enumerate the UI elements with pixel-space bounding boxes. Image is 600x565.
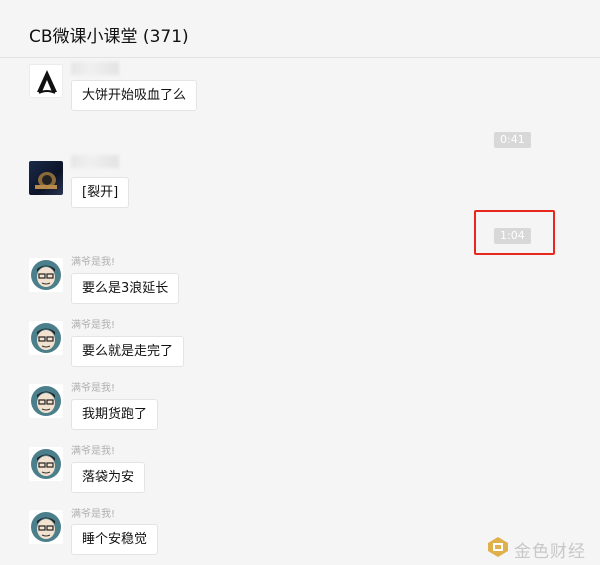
- watermark-text: 金色财经: [514, 541, 586, 562]
- cartoon-man-avatar[interactable]: [29, 510, 63, 544]
- highlight-box: [474, 210, 555, 255]
- sender-name: 满爷是我!: [71, 446, 116, 457]
- sender-name: 满爷是我!: [71, 320, 116, 331]
- cartoon-man-avatar[interactable]: [29, 447, 63, 481]
- sender-name: 满爷是我!: [71, 509, 116, 520]
- message-bubble[interactable]: [裂开]: [71, 177, 130, 208]
- cartoon-man-avatar[interactable]: [29, 384, 63, 418]
- sender-name: 满爷是我!: [71, 383, 116, 394]
- message-bubble[interactable]: 睡个安稳觉: [71, 524, 159, 555]
- chat-title: CB微课小课堂 (371): [29, 27, 189, 47]
- watermark: 金色财经: [487, 536, 586, 562]
- assassins-logo-icon[interactable]: [29, 64, 63, 98]
- sender-name-blurred: [71, 62, 119, 75]
- watch-photo-avatar[interactable]: [29, 161, 63, 195]
- cartoon-man-avatar[interactable]: [29, 258, 63, 292]
- message-bubble[interactable]: 大饼开始吸血了么: [71, 80, 198, 111]
- message-bubble[interactable]: 要么是3浪延长: [71, 273, 180, 304]
- chat-header: CB微课小课堂 (371): [0, 0, 600, 58]
- message-bubble[interactable]: 我期货跑了: [71, 399, 159, 430]
- timestamp: 0:41: [494, 132, 531, 148]
- sender-name-blurred: [71, 155, 119, 168]
- cartoon-man-avatar[interactable]: [29, 321, 63, 355]
- message-bubble[interactable]: 落袋为安: [71, 462, 146, 493]
- message-bubble[interactable]: 要么就是走完了: [71, 336, 185, 367]
- watermark-logo-icon: [487, 536, 509, 562]
- sender-name: 满爷是我!: [71, 257, 116, 268]
